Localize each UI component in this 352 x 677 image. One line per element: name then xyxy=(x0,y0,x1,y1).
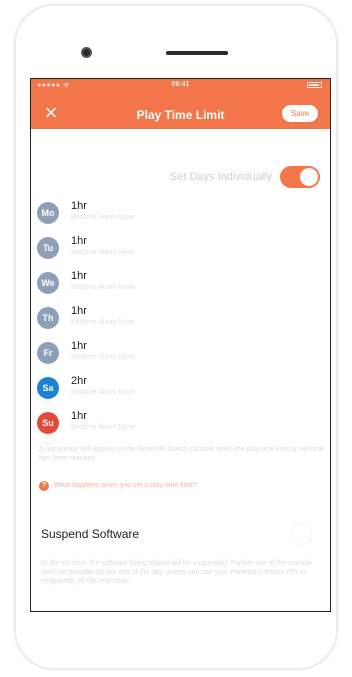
header-bar: ●●●●● ᯤ 09:41 × Play Time Limit Save xyxy=(31,79,330,129)
toggle-knob xyxy=(300,168,318,186)
earpiece-speaker xyxy=(166,51,228,55)
day-badge: Th xyxy=(37,307,59,329)
help-link[interactable]: What happens when you set a play-time li… xyxy=(54,482,197,489)
day-bedtime-alarm: Bedtime Alarm None xyxy=(71,284,136,291)
app-screen: ●●●●● ᯤ 09:41 × Play Time Limit Save Set… xyxy=(30,78,331,612)
day-bedtime-alarm: Bedtime Alarm None xyxy=(71,354,136,361)
help-icon: ? xyxy=(39,481,49,491)
battery-icon xyxy=(307,82,322,88)
day-limit: 1hr xyxy=(71,340,87,352)
day-row[interactable]: Fr 1hr Bedtime Alarm None xyxy=(31,339,330,373)
status-bar: ●●●●● ᯤ 09:41 xyxy=(31,79,330,91)
day-limit: 1hr xyxy=(71,200,87,212)
day-badge: Su xyxy=(37,412,59,434)
day-limit: 2hr xyxy=(71,375,87,387)
day-bedtime-alarm: Bedtime Alarm None xyxy=(71,424,136,431)
day-row[interactable]: Mo 1hr Bedtime Alarm None xyxy=(31,199,330,233)
day-bedtime-alarm: Bedtime Alarm None xyxy=(71,319,136,326)
day-badge: Tu xyxy=(37,237,59,259)
day-row[interactable]: Tu 1hr Bedtime Alarm None xyxy=(31,234,330,268)
notification-note: A notification will appear on the Ninten… xyxy=(39,446,324,462)
set-days-individually-row: Set Days Individually xyxy=(31,165,330,189)
set-days-individually-label: Set Days Individually xyxy=(169,171,272,183)
help-link-row[interactable]: ? What happens when you set a play-time … xyxy=(39,480,324,494)
day-row[interactable]: We 1hr Bedtime Alarm None xyxy=(31,269,330,303)
front-camera xyxy=(81,47,92,58)
suspend-software-toggle[interactable] xyxy=(290,523,312,545)
day-row[interactable]: Su 1hr Bedtime Alarm None xyxy=(31,409,330,443)
status-time: 09:41 xyxy=(171,81,190,88)
day-row[interactable]: Sa 2hr Bedtime Alarm None xyxy=(31,374,330,408)
day-bedtime-alarm: Bedtime Alarm None xyxy=(71,249,136,256)
day-limit: 1hr xyxy=(71,235,87,247)
day-badge: Sa xyxy=(37,377,59,399)
day-row[interactable]: Th 1hr Bedtime Alarm None xyxy=(31,304,330,338)
set-days-individually-toggle[interactable] xyxy=(280,166,320,188)
day-badge: We xyxy=(37,272,59,294)
save-button[interactable]: Save xyxy=(282,105,318,122)
day-badge: Mo xyxy=(37,202,59,224)
suspend-software-description: At the set time, the software being play… xyxy=(41,560,313,585)
suspend-software-title: Suspend Software xyxy=(41,527,140,541)
day-bedtime-alarm: Bedtime Alarm None xyxy=(71,389,136,396)
day-badge: Fr xyxy=(37,342,59,364)
day-limit: 1hr xyxy=(71,410,87,422)
day-limit: 1hr xyxy=(71,305,87,317)
day-limit: 1hr xyxy=(71,270,87,282)
day-bedtime-alarm: Bedtime Alarm None xyxy=(71,214,136,221)
